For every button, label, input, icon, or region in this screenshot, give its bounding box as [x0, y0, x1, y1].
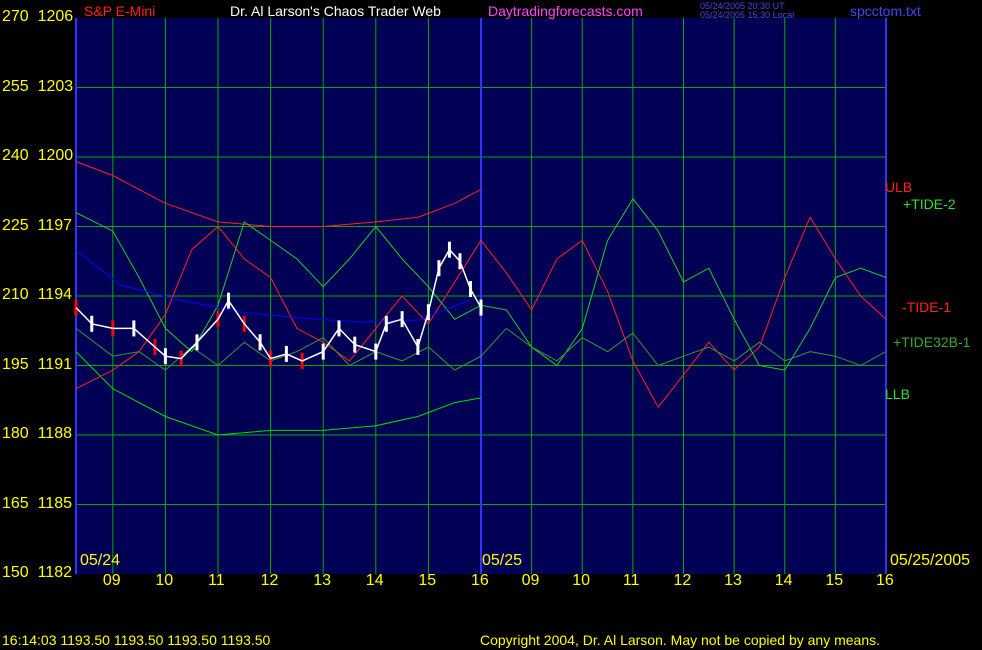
- site-url-link[interactable]: Daytradingforecasts.com: [488, 3, 643, 19]
- date-label-1: 05/25: [482, 552, 523, 569]
- copyright-text: Copyright 2004, Dr. Al Larson. May not b…: [480, 632, 881, 648]
- instrument-title: S&P E-Mini: [84, 3, 156, 19]
- date-label-0: 05/24: [80, 552, 121, 569]
- x-tick-label-7: 16: [471, 572, 489, 589]
- x-tick-label-2: 11: [208, 572, 225, 589]
- y-tick-label-0: 270 1206: [2, 8, 74, 25]
- annotation-tide-1: -TIDE-1: [902, 299, 951, 315]
- y-tick-label-3: 225 1197: [2, 216, 72, 234]
- y-tick-label-6: 180 1188: [2, 425, 72, 442]
- y-tick-label-8: 150 1182: [2, 564, 72, 581]
- y-tick-label-4: 210 1194: [2, 286, 72, 303]
- x-tick-label-3: 12: [260, 572, 279, 589]
- x-tick-label-4: 13: [313, 572, 331, 589]
- x-tick-label-11: 12: [673, 572, 692, 589]
- site-title: Dr. Al Larson's Chaos Trader Web: [230, 3, 441, 19]
- y-tick-label-7: 165 1185: [2, 494, 72, 512]
- data-filename: spcctom.txt: [850, 3, 921, 19]
- x-tick-label-6: 15: [418, 572, 437, 589]
- x-tick-label-0: 09: [102, 572, 121, 589]
- date-label-2: 05/25/2005: [890, 552, 971, 569]
- x-tick-label-13: 14: [774, 572, 793, 589]
- x-tick-label-1: 10: [155, 572, 174, 589]
- x-tick-label-15: 16: [876, 572, 894, 589]
- x-tick-label-12: 13: [724, 572, 742, 589]
- timestamp-local: 05/24/2005 15:30 Local: [700, 10, 795, 20]
- x-tick-label-8: 09: [521, 572, 540, 589]
- y-tick-label-5: 195 1191: [2, 355, 72, 373]
- annotation-tide32b: +TIDE32B-1: [893, 334, 971, 350]
- annotation-tide-2: +TIDE-2: [903, 196, 956, 212]
- x-tick-label-5: 14: [365, 572, 384, 589]
- x-tick-label-9: 10: [572, 572, 591, 589]
- x-tick-label-14: 15: [825, 572, 844, 589]
- annotation-ulb: ULB: [885, 179, 913, 195]
- status-readout: 16:14:03 1193.50 1193.50 1193.50 1193.50: [2, 632, 271, 648]
- y-tick-label-2: 240 1200: [2, 147, 74, 164]
- y-tick-label-1: 255 1203: [2, 77, 74, 95]
- chart-window: S&P E-Mini Dr. Al Larson's Chaos Trader …: [0, 0, 982, 650]
- x-tick-label-10: 11: [622, 572, 640, 589]
- annotation-llb: LLB: [885, 386, 910, 402]
